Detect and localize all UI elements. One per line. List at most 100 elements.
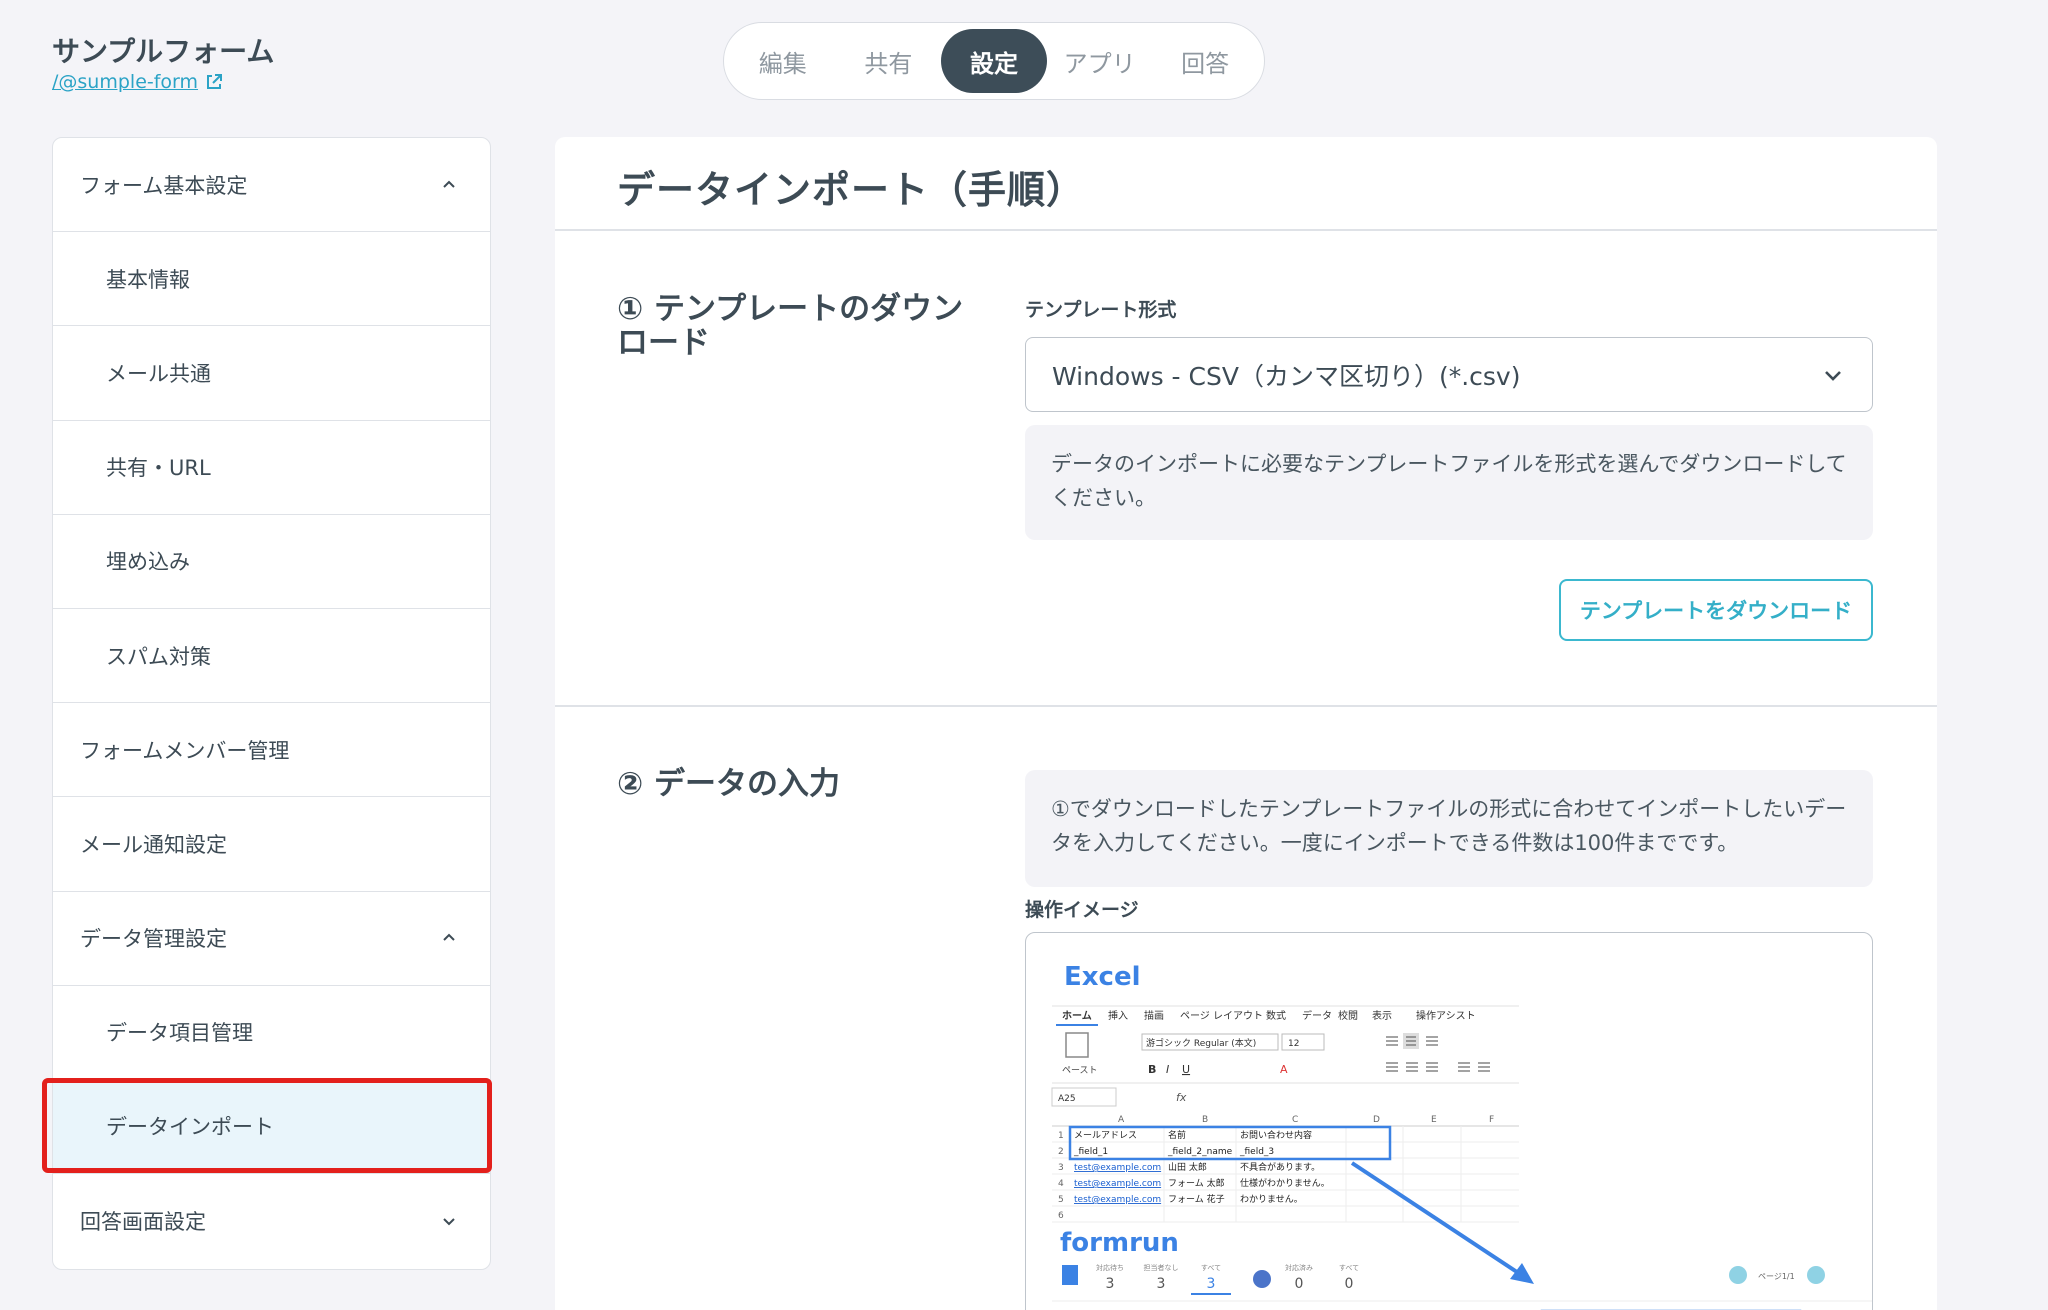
tab-edit[interactable]: 編集 (730, 29, 836, 93)
tab-share[interactable]: 共有 (836, 29, 942, 93)
cell: わかりません。 (1240, 1194, 1303, 1205)
ribbon-tab: 校閲 (1338, 1009, 1358, 1022)
cell: _field_2_name (1167, 1147, 1233, 1157)
cell: フォーム 花子 (1168, 1193, 1225, 1205)
cell: 仕様がわかりません。 (1240, 1177, 1330, 1189)
sidebar-group-data-management[interactable]: データ管理設定 (53, 892, 490, 986)
ribbon-tab: 表示 (1372, 1009, 1392, 1022)
top-tab-bar: 編集 共有 設定 アプリ 回答 (723, 22, 1265, 100)
column-header: B (1202, 1115, 1208, 1125)
divider (555, 229, 1937, 231)
sidebar-item-share-url[interactable]: 共有・URL (53, 421, 490, 515)
ribbon-tab: 操作アシスト (1416, 1009, 1476, 1022)
column-header: C (1292, 1115, 1298, 1125)
step2-note: ①でダウンロードしたテンプレートファイルの形式に合わせてインポートしたいデータを… (1025, 770, 1873, 887)
stat-label: 対応済み (1285, 1263, 1313, 1272)
sidebar-item-label: メール通知設定 (80, 832, 227, 857)
cell: お問い合わせ内容 (1240, 1129, 1312, 1141)
tab-settings[interactable]: 設定 (941, 29, 1047, 93)
step1-note: データのインポートに必要なテンプレートファイルを形式を選んでダウンロードしてくだ… (1025, 425, 1873, 540)
sidebar-item-label: 基本情報 (106, 267, 190, 292)
stat-label: 担当者なし (1144, 1263, 1179, 1272)
sidebar-item-spam[interactable]: スパム対策 (53, 609, 490, 704)
cell: _field_3 (1239, 1147, 1274, 1157)
tab-apps[interactable]: アプリ (1047, 29, 1153, 93)
page-indicator: ページ1/1 (1758, 1272, 1795, 1281)
sidebar-group-form-basic[interactable]: フォーム基本設定 (53, 138, 490, 233)
chevron-down-icon (1825, 370, 1841, 381)
download-template-button[interactable]: テンプレートをダウンロード (1559, 579, 1873, 641)
sidebar-item-label: フォーム基本設定 (80, 173, 248, 198)
cell: test@example.com (1074, 1195, 1161, 1205)
chevron-up-icon (443, 180, 455, 188)
sidebar-item-label: メール共通 (106, 361, 211, 386)
settings-sidebar: フォーム基本設定 基本情報 メール共通 共有・URL 埋め込み スパム対策 フォ… (52, 137, 491, 1270)
ribbon-tab: ページ レイアウト (1180, 1010, 1263, 1022)
svg-text:fx: fx (1176, 1091, 1187, 1104)
formrun-title: formrun (1060, 1228, 1179, 1258)
font-name: 游ゴシック Regular (本文) (1146, 1037, 1256, 1049)
sidebar-item-label: 共有・URL (106, 456, 211, 481)
row-number: 4 (1058, 1179, 1064, 1189)
row-number: 5 (1058, 1195, 1064, 1205)
step1-title: ① テンプレートのダウンロード (617, 291, 964, 361)
tab-responses[interactable]: 回答 (1152, 29, 1258, 93)
sidebar-item-mail-notify[interactable]: メール通知設定 (53, 797, 490, 892)
paste-label: ペースト (1062, 1066, 1098, 1076)
svg-text:A: A (1280, 1063, 1288, 1076)
sidebar-item-label: 回答画面設定 (80, 1210, 206, 1235)
main-panel: データインポート（手順） ① テンプレートのダウンロード テンプレート形式 Wi… (555, 137, 1937, 1310)
sidebar-item-label: スパム対策 (106, 644, 211, 669)
ribbon-tab: ホーム (1062, 1010, 1092, 1022)
sidebar-item-data-fields[interactable]: データ項目管理 (53, 986, 490, 1080)
column-header: D (1373, 1115, 1380, 1125)
sidebar-item-basic-info[interactable]: 基本情報 (53, 232, 490, 327)
row-number: 6 (1058, 1211, 1064, 1221)
cell: _field_1 (1073, 1147, 1108, 1157)
external-link-icon (207, 74, 223, 89)
sidebar-item-data-import[interactable]: データインポート (53, 1079, 490, 1175)
ribbon-tab: 数式 (1266, 1009, 1286, 1022)
chevron-down-icon (443, 1218, 455, 1226)
page-title: データインポート（手順） (617, 168, 1086, 212)
svg-text:U: U (1182, 1063, 1190, 1076)
sidebar-item-embed[interactable]: 埋め込み (53, 515, 490, 609)
cell: test@example.com (1074, 1163, 1161, 1173)
sidebar-item-label: データインポート (106, 1115, 274, 1140)
sidebar-item-mail-common[interactable]: メール共通 (53, 326, 490, 421)
cell: メールアドレス (1074, 1131, 1137, 1141)
sidebar-item-label: 埋め込み (106, 550, 190, 575)
ribbon-tab: 挿入 (1108, 1009, 1128, 1022)
stat-value: 0 (1345, 1276, 1354, 1292)
form-public-link[interactable]: /@sumple-form (52, 71, 224, 93)
form-title: サンプルフォーム (52, 35, 275, 68)
column-header: F (1489, 1115, 1494, 1125)
cell: 山田 太郎 (1168, 1161, 1207, 1173)
template-format-select[interactable]: Windows - CSV（カンマ区切り）(*.csv) (1025, 337, 1873, 412)
cell: test@example.com (1074, 1179, 1161, 1189)
stat-label: すべて (1339, 1264, 1359, 1272)
operation-image-illustration: Excel ホーム 挿入 描画 ページ レイアウト 数式 データ 校閲 表示 操… (1051, 962, 1872, 1310)
stat-value: 3 (1157, 1276, 1166, 1292)
cell-ref: A25 (1058, 1094, 1076, 1104)
chevron-up-icon (443, 933, 455, 941)
form-link-text: /@sumple-form (52, 71, 199, 93)
sidebar-item-form-members[interactable]: フォームメンバー管理 (53, 703, 490, 798)
cell: フォーム 太郎 (1168, 1177, 1225, 1189)
stat-value: 0 (1295, 1276, 1304, 1292)
cell: 不具合があります。 (1240, 1161, 1320, 1173)
svg-text:B: B (1148, 1063, 1156, 1076)
stat-value: 3 (1207, 1276, 1216, 1292)
step2-title: ② データの入力 (617, 766, 841, 802)
ribbon-tab: 描画 (1144, 1009, 1164, 1022)
sidebar-item-label: データ項目管理 (106, 1021, 253, 1046)
column-header: E (1431, 1115, 1437, 1125)
stat-label: 対応待ち (1096, 1263, 1124, 1272)
template-format-value: Windows - CSV（カンマ区切り）(*.csv) (1052, 361, 1521, 391)
row-number: 2 (1058, 1147, 1064, 1157)
operation-image: Excel ホーム 挿入 描画 ページ レイアウト 数式 データ 校閲 表示 操… (1025, 932, 1873, 1310)
stat-label: すべて (1201, 1264, 1221, 1272)
stat-value: 3 (1106, 1276, 1115, 1292)
ribbon-tab: データ (1302, 1009, 1332, 1022)
sidebar-group-response-screen[interactable]: 回答画面設定 (53, 1174, 490, 1268)
